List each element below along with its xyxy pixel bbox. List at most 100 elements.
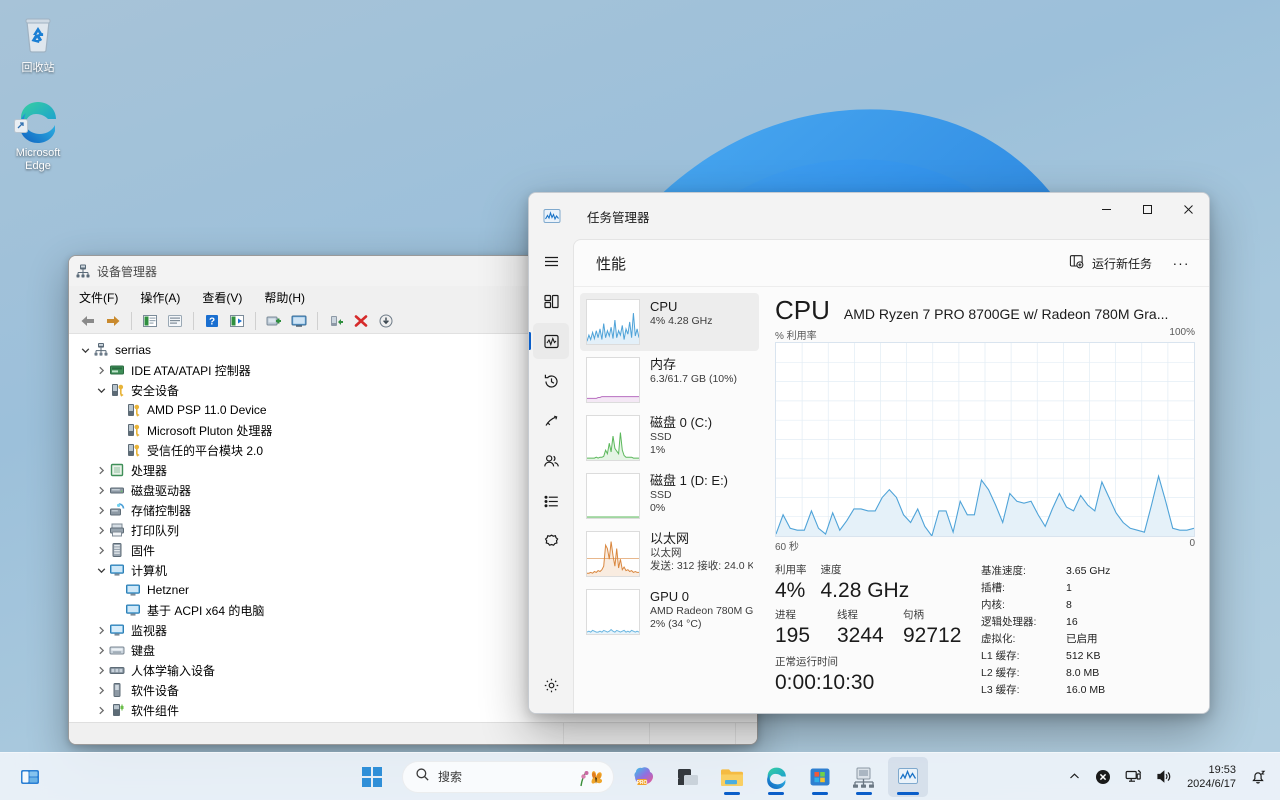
performance-resource-item[interactable]: 内存 6.3/61.7 GB (10%) <box>580 351 759 409</box>
desktop-icon-microsoft-edge[interactable]: Microsoft Edge <box>0 95 76 173</box>
chevron-right-icon[interactable] <box>93 702 109 718</box>
task-manager-window[interactable]: 任务管理器 性能 运行新任务 ··· CPU 4% 4.28 GHz 内存 6.… <box>528 192 1210 714</box>
settings-icon[interactable] <box>533 667 569 703</box>
stat-utilization: 利用率 4% <box>775 563 807 604</box>
sidebar-item-startup-apps[interactable] <box>533 403 569 439</box>
device-tree-item-label: IDE ATA/ATAPI 控制器 <box>131 363 251 378</box>
chevron-right-icon[interactable] <box>93 362 109 378</box>
network-icon <box>1125 769 1142 782</box>
sidebar-item-processes[interactable] <box>533 283 569 319</box>
network-button[interactable] <box>1119 765 1148 788</box>
chevron-down-icon[interactable] <box>93 562 109 578</box>
device-tree-item[interactable]: 声音、视频和游戏控制器 <box>69 720 757 722</box>
widgets-button[interactable] <box>0 765 60 789</box>
hamburger-menu-icon[interactable] <box>533 243 569 279</box>
taskbar-center[interactable]: 搜索 PRO <box>352 753 928 800</box>
microsoft-store-button[interactable] <box>800 757 840 797</box>
copilot-button[interactable]: PRO <box>624 757 664 797</box>
edge-button[interactable] <box>756 757 796 797</box>
minimize-button[interactable] <box>1086 193 1127 225</box>
onedrive-status-button[interactable] <box>1089 765 1117 789</box>
chevron-right-icon[interactable] <box>93 462 109 478</box>
chevron-right-icon[interactable] <box>93 542 109 558</box>
cpu-spec-key: 虚拟化: <box>981 633 1016 645</box>
volume-button[interactable] <box>1150 765 1179 788</box>
chevron-right-icon[interactable] <box>93 682 109 698</box>
performance-resource-list[interactable]: CPU 4% 4.28 GHz 内存 6.3/61.7 GB (10%) 磁盘 0 (C… <box>574 287 759 713</box>
search-box[interactable]: 搜索 <box>402 760 614 793</box>
chevron-right-icon[interactable] <box>93 522 109 538</box>
processor-icon <box>109 462 125 478</box>
cpu-spec-key: 插槽: <box>981 582 1005 594</box>
sidebar-item-users[interactable] <box>533 443 569 479</box>
chevron-down-icon[interactable] <box>93 382 109 398</box>
menu-help[interactable]: 帮助(H) <box>264 289 305 306</box>
sidebar-item-app-history[interactable] <box>533 363 569 399</box>
menu-file[interactable]: 文件(F) <box>79 289 118 306</box>
device-tree-item-label: 软件设备 <box>131 683 180 698</box>
forward-arrow-icon[interactable] <box>102 310 124 332</box>
update-driver-icon[interactable] <box>164 310 186 332</box>
performance-resource-item[interactable]: CPU 4% 4.28 GHz <box>580 293 759 351</box>
notification-button[interactable] <box>1244 765 1272 789</box>
start-button[interactable] <box>352 757 392 797</box>
performance-resource-item[interactable]: 磁盘 0 (C:) SSD 1% <box>580 409 759 467</box>
performance-resource-item[interactable]: 磁盘 1 (D: E:) SSD 0% <box>580 467 759 525</box>
toolbar-separator <box>131 311 132 330</box>
taskbar[interactable]: 搜索 PRO 19:53 2024/6/17 <box>0 752 1280 800</box>
performance-resource-item[interactable]: GPU 0 AMD Radeon 780M G 2% (34 °C) <box>580 583 759 641</box>
run-new-task-button[interactable]: 运行新任务 <box>1058 248 1163 278</box>
clock-button[interactable]: 19:53 2024/6/17 <box>1181 759 1242 795</box>
device-tree-item-label: serrias <box>115 343 152 357</box>
resource-sub2: 0% <box>650 502 666 514</box>
show-hidden-icons-button[interactable] <box>1062 766 1087 787</box>
sidebar-item-performance[interactable] <box>529 323 569 359</box>
device-tree-item-label: Microsoft Pluton 处理器 <box>147 423 273 438</box>
performance-resource-item[interactable]: 以太网 以太网 发送: 312 接收: 24.0 Kl <box>580 525 759 583</box>
enable-device-icon[interactable] <box>325 310 347 332</box>
chevron-down-icon[interactable] <box>77 342 93 358</box>
onedrive-error-icon <box>1096 769 1111 784</box>
sidebar-item-services[interactable] <box>533 523 569 559</box>
task-manager-button[interactable] <box>888 756 928 797</box>
scan-icon[interactable] <box>226 310 248 332</box>
file-explorer-button[interactable] <box>712 757 752 797</box>
device-manager-button[interactable] <box>844 757 884 797</box>
chevron-right-icon[interactable] <box>93 662 109 678</box>
task-manager-navigation-rail[interactable] <box>529 239 573 713</box>
menu-action[interactable]: 操作(A) <box>140 289 180 306</box>
resource-sub1: 以太网 <box>650 547 682 559</box>
help-icon[interactable]: ? <box>201 310 223 332</box>
maximize-button[interactable] <box>1127 193 1168 225</box>
close-button[interactable] <box>1168 193 1209 225</box>
resource-text: 磁盘 1 (D: E:) SSD 0% <box>650 473 728 515</box>
display-icon[interactable] <box>288 310 310 332</box>
menu-view[interactable]: 查看(V) <box>202 289 242 306</box>
task-manager-icon <box>543 207 561 225</box>
add-legacy-hardware-icon[interactable] <box>263 310 285 332</box>
system-tray[interactable]: 19:53 2024/6/17 <box>1062 753 1280 800</box>
task-view-button[interactable] <box>668 757 708 797</box>
copilot-icon: PRO <box>634 766 654 786</box>
desktop-icon-recycle-bin[interactable]: 回收站 <box>0 10 76 75</box>
uninstall-device-icon[interactable] <box>350 310 372 332</box>
chevron-right-icon[interactable] <box>93 482 109 498</box>
sidebar-item-details[interactable] <box>533 483 569 519</box>
task-manager-titlebar[interactable]: 任务管理器 <box>529 193 1209 239</box>
properties-icon[interactable] <box>139 310 161 332</box>
header-actions[interactable]: 运行新任务 ··· <box>1058 248 1197 278</box>
scan-hardware-changes-icon[interactable] <box>375 310 397 332</box>
chevron-right-icon[interactable] <box>93 622 109 638</box>
window-controls[interactable] <box>1086 193 1209 239</box>
chevron-right-icon[interactable] <box>93 642 109 658</box>
run-new-task-label: 运行新任务 <box>1091 256 1152 271</box>
device-manager-title: 设备管理器 <box>97 264 158 279</box>
device-tree-item-label: 安全设备 <box>131 383 180 398</box>
chevron-right-icon[interactable] <box>93 502 109 518</box>
resource-sub1: AMD Radeon 780M G <box>650 605 753 617</box>
security-device-icon <box>125 422 141 438</box>
toolbar-separator <box>255 311 256 330</box>
more-options-button[interactable]: ··· <box>1165 248 1197 278</box>
resource-sub1: 4% 4.28 GHz <box>650 315 713 327</box>
back-arrow-icon[interactable] <box>77 310 99 332</box>
